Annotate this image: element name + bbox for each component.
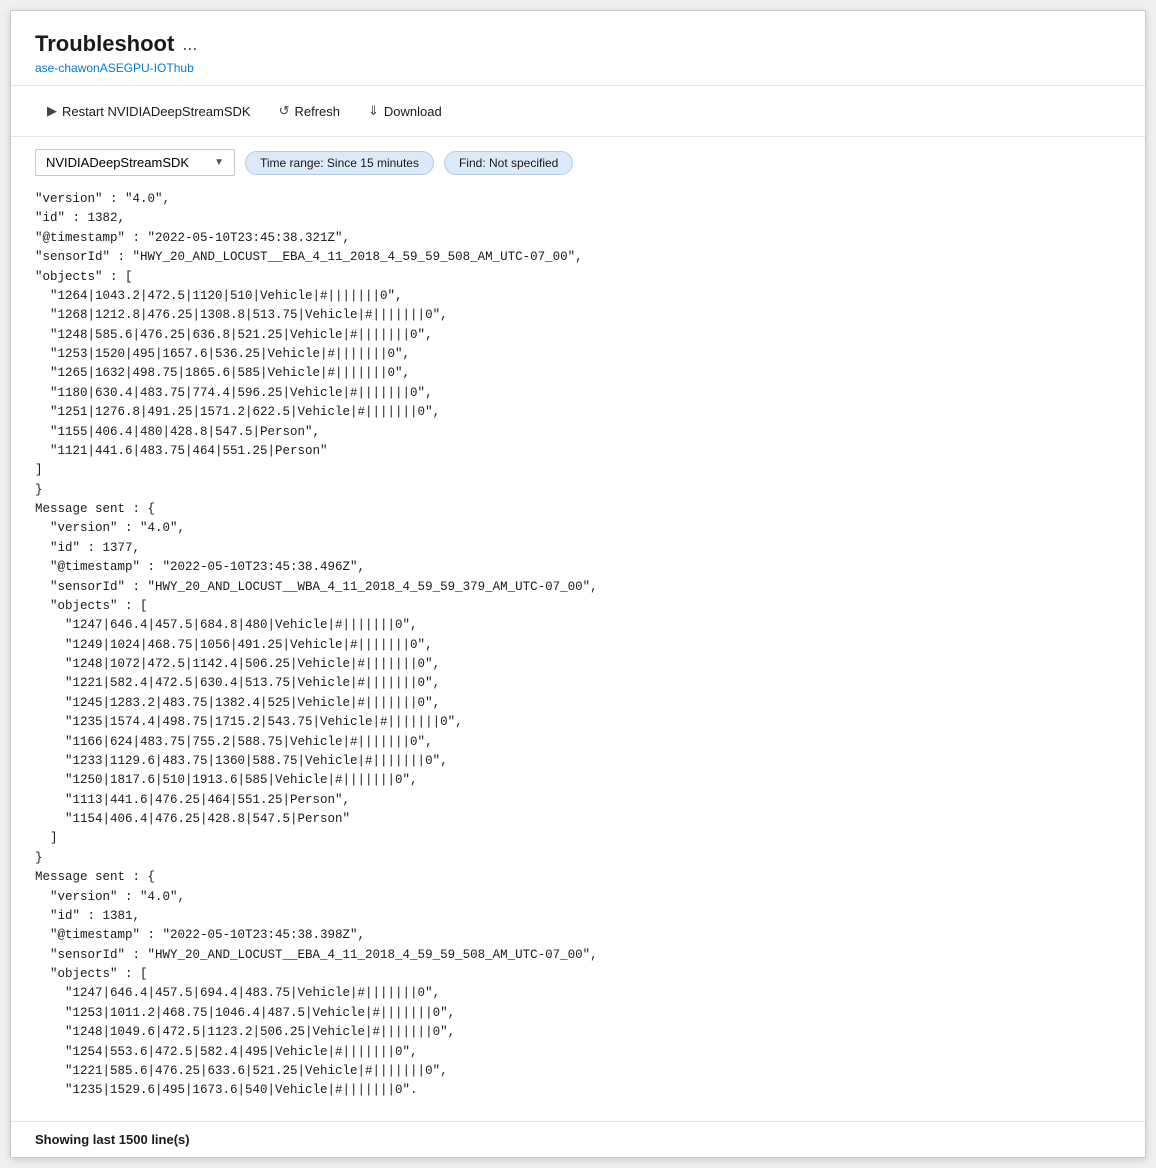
log-line: "1221|585.6|476.25|633.6|521.25|Vehicle|… — [35, 1062, 1121, 1081]
status-text: Showing last 1500 line(s) — [35, 1132, 190, 1147]
download-icon: ⇓ — [368, 103, 379, 119]
log-line: "1121|441.6|483.75|464|551.25|Person" — [35, 442, 1121, 461]
log-line: "sensorId" : "HWY_20_AND_LOCUST__WBA_4_1… — [35, 578, 1121, 597]
log-line: Message sent : { — [35, 500, 1121, 519]
dropdown-value: NVIDIADeepStreamSDK — [46, 155, 189, 170]
download-label: Download — [384, 104, 442, 119]
log-line: "1233|1129.6|483.75|1360|588.75|Vehicle|… — [35, 752, 1121, 771]
log-line: "@timestamp" : "2022-05-10T23:45:38.398Z… — [35, 926, 1121, 945]
log-line: "1235|1574.4|498.75|1715.2|543.75|Vehicl… — [35, 713, 1121, 732]
log-line: "1253|1011.2|468.75|1046.4|487.5|Vehicle… — [35, 1004, 1121, 1023]
log-line: "1113|441.6|476.25|464|551.25|Person", — [35, 791, 1121, 810]
log-line: "id" : 1377, — [35, 539, 1121, 558]
log-line: "1265|1632|498.75|1865.6|585|Vehicle|#||… — [35, 364, 1121, 383]
log-line: "id" : 1382, — [35, 209, 1121, 228]
module-dropdown[interactable]: NVIDIADeepStreamSDK ▼ — [35, 149, 235, 176]
log-line: "objects" : [ — [35, 965, 1121, 984]
log-line: "1155|406.4|480|428.8|547.5|Person", — [35, 423, 1121, 442]
log-line: ] — [35, 461, 1121, 480]
restart-label: Restart NVIDIADeepStreamSDK — [62, 104, 251, 119]
log-line: "1235|1529.6|495|1673.6|540|Vehicle|#|||… — [35, 1081, 1121, 1100]
refresh-label: Refresh — [294, 104, 340, 119]
restart-button[interactable]: ▶ Restart NVIDIADeepStreamSDK — [35, 98, 263, 124]
find-filter[interactable]: Find: Not specified — [444, 151, 573, 175]
toolbar: ▶ Restart NVIDIADeepStreamSDK ↺ Refresh … — [11, 86, 1145, 137]
log-line: "id" : 1381, — [35, 907, 1121, 926]
download-button[interactable]: ⇓ Download — [356, 98, 454, 124]
filter-row: NVIDIADeepStreamSDK ▼ Time range: Since … — [35, 149, 1121, 176]
content-area: NVIDIADeepStreamSDK ▼ Time range: Since … — [11, 137, 1145, 1113]
log-line: "1254|553.6|472.5|582.4|495|Vehicle|#|||… — [35, 1043, 1121, 1062]
log-line: "objects" : [ — [35, 268, 1121, 287]
log-line: "1253|1520|495|1657.6|536.25|Vehicle|#||… — [35, 345, 1121, 364]
log-line: "1247|646.4|457.5|684.8|480|Vehicle|#|||… — [35, 616, 1121, 635]
page-title: Troubleshoot — [35, 31, 174, 57]
log-line: "1245|1283.2|483.75|1382.4|525|Vehicle|#… — [35, 694, 1121, 713]
log-line: "1180|630.4|483.75|774.4|596.25|Vehicle|… — [35, 384, 1121, 403]
log-output: "version" : "4.0","id" : 1382,"@timestam… — [35, 190, 1121, 1101]
log-line: "version" : "4.0", — [35, 888, 1121, 907]
troubleshoot-window: Troubleshoot ... ase-chawonASEGPU-IOThub… — [10, 10, 1146, 1158]
log-line: } — [35, 849, 1121, 868]
log-line: "1247|646.4|457.5|694.4|483.75|Vehicle|#… — [35, 984, 1121, 1003]
log-line: "1248|1072|472.5|1142.4|506.25|Vehicle|#… — [35, 655, 1121, 674]
log-line: "1264|1043.2|472.5|1120|510|Vehicle|#|||… — [35, 287, 1121, 306]
log-line: "1166|624|483.75|755.2|588.75|Vehicle|#|… — [35, 733, 1121, 752]
status-bar: Showing last 1500 line(s) — [11, 1121, 1145, 1157]
log-line: "1268|1212.8|476.25|1308.8|513.75|Vehicl… — [35, 306, 1121, 325]
log-line: "version" : "4.0", — [35, 519, 1121, 538]
log-line: Message sent : { — [35, 868, 1121, 887]
log-line: } — [35, 481, 1121, 500]
log-line: "@timestamp" : "2022-05-10T23:45:38.321Z… — [35, 229, 1121, 248]
refresh-button[interactable]: ↺ Refresh — [267, 98, 352, 124]
log-line: "1251|1276.8|491.25|1571.2|622.5|Vehicle… — [35, 403, 1121, 422]
chevron-down-icon: ▼ — [214, 157, 224, 168]
refresh-icon: ↺ — [279, 103, 290, 119]
log-line: "1154|406.4|476.25|428.8|547.5|Person" — [35, 810, 1121, 829]
log-line: "1250|1817.6|510|1913.6|585|Vehicle|#|||… — [35, 771, 1121, 790]
page-subtitle[interactable]: ase-chawonASEGPU-IOThub — [35, 61, 1121, 75]
page-header: Troubleshoot ... ase-chawonASEGPU-IOThub — [11, 11, 1145, 86]
time-range-filter[interactable]: Time range: Since 15 minutes — [245, 151, 434, 175]
log-line: "1248|585.6|476.25|636.8|521.25|Vehicle|… — [35, 326, 1121, 345]
more-options-button[interactable]: ... — [182, 34, 197, 55]
log-line: "1248|1049.6|472.5|1123.2|506.25|Vehicle… — [35, 1023, 1121, 1042]
log-line: "@timestamp" : "2022-05-10T23:45:38.496Z… — [35, 558, 1121, 577]
log-line: "sensorId" : "HWY_20_AND_LOCUST__EBA_4_1… — [35, 248, 1121, 267]
log-line: "1221|582.4|472.5|630.4|513.75|Vehicle|#… — [35, 674, 1121, 693]
log-line: "version" : "4.0", — [35, 190, 1121, 209]
log-line: "1249|1024|468.75|1056|491.25|Vehicle|#|… — [35, 636, 1121, 655]
play-icon: ▶ — [47, 103, 57, 119]
log-line: ] — [35, 829, 1121, 848]
log-line: "objects" : [ — [35, 597, 1121, 616]
log-line: "sensorId" : "HWY_20_AND_LOCUST__EBA_4_1… — [35, 946, 1121, 965]
